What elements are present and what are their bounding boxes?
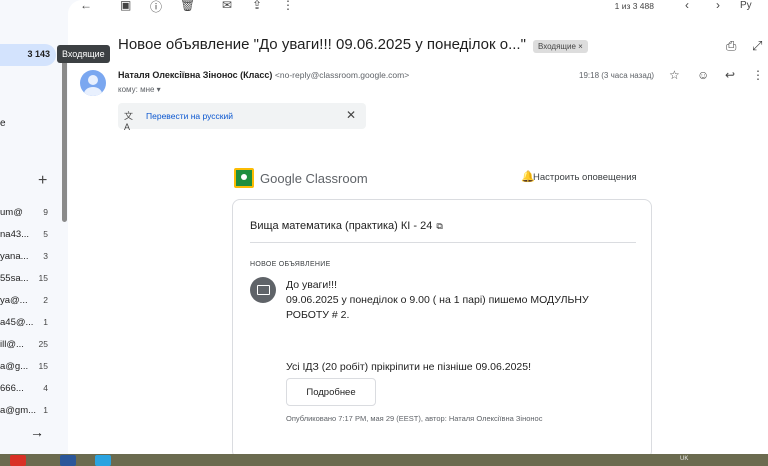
email-subject: Новое объявление "До уваги!!! 09.06.2025… [118, 36, 526, 53]
details-button[interactable]: Подробнее [286, 378, 376, 406]
sender-avatar [80, 70, 106, 96]
classroom-brand: Google Classroom [260, 171, 368, 186]
delete-icon[interactable]: 🗑 [180, 0, 195, 12]
translate-icon: 文A [124, 111, 134, 132]
google-classroom-logo-icon [234, 168, 254, 188]
external-link-icon: ⧉ [436, 221, 443, 231]
open-new-window-icon[interactable]: ⤢ [752, 38, 762, 54]
sidebar-item-inbox[interactable]: 3 143 [0, 44, 56, 66]
newer-chevron-icon[interactable]: ‹ [685, 0, 689, 12]
sidebar-label-item[interactable]: um@ 9 [0, 202, 56, 224]
message-pane: ← ▣ ⓘ 🗑 ✉ ⇪ ⋮ 1 из 3 488 ‹ › Py Новое об… [68, 0, 768, 459]
sidebar-label-item[interactable]: ya@... 2 [0, 290, 56, 312]
notification-settings-link[interactable]: Настроить оповещения [520, 172, 637, 183]
input-tools-button[interactable]: Py [740, 0, 752, 11]
sidebar-label-item[interactable]: 666... 4 [0, 378, 56, 400]
sidebar-label-item[interactable]: ill@... 25 [0, 334, 56, 356]
more-vert-icon[interactable]: ⋮ [282, 0, 294, 12]
email-timestamp: 19:18 (3 часа назад) [579, 71, 655, 80]
sidebar: 3 143 e + um@ 9 na43... 5 yana... 3 55sa...… [0, 0, 67, 454]
print-icon[interactable]: ⎙ [726, 38, 736, 54]
archive-icon[interactable]: ▣ [120, 0, 131, 12]
close-icon[interactable]: ✕ [346, 108, 356, 122]
translate-bar: 文A Перевести на русский ✕ [118, 103, 366, 132]
sender-address: <no-reply@classroom.google.com> [274, 70, 410, 80]
announcement-icon [250, 277, 276, 303]
translate-link[interactable]: Перевести на русский [146, 111, 233, 121]
telegram-app-icon[interactable] [95, 455, 111, 466]
taskbar: UK [0, 454, 768, 466]
sidebar-label-item[interactable]: yana... 3 [0, 246, 56, 268]
star-icon[interactable]: ☆ [669, 68, 680, 82]
language-indicator[interactable]: UK [680, 456, 688, 462]
report-spam-icon[interactable]: ⓘ [150, 0, 162, 15]
recipient-dropdown[interactable]: кому: мне ▾ [118, 85, 161, 94]
section-label: НОВОЕ ОБЪЯВЛЕНИЕ [250, 261, 331, 268]
mark-unread-icon[interactable]: ✉ [222, 0, 232, 12]
published-info: Опубликовано 7:17 PM, мая 29 (EEST), авт… [286, 414, 543, 423]
pager-text: 1 из 3 488 [614, 1, 654, 11]
sidebar-label-item[interactable]: a45@... 1 [0, 312, 56, 334]
sender-name: Наталя Олексіївна Зінонос (Класс) [118, 70, 273, 80]
sidebar-label-item[interactable]: 55sa... 15 [0, 268, 56, 290]
gmail-window: 3 143 e + um@ 9 na43... 5 yana... 3 55sa...… [0, 0, 768, 466]
inbox-count: 3 143 [27, 49, 50, 59]
word-app-icon[interactable] [60, 455, 76, 466]
create-label-button[interactable]: + [38, 172, 47, 190]
reply-icon[interactable]: ↩ [725, 68, 735, 82]
sidebar-item-partial[interactable]: e [0, 118, 6, 129]
divider [250, 242, 636, 243]
sidebar-label-item[interactable]: a@g... 15 [0, 356, 56, 378]
announcement-card: Вища математика (практика) КІ - 24 ⧉ НОВО… [232, 199, 652, 459]
move-to-icon[interactable]: ⇪ [252, 0, 262, 12]
sidebar-label-item[interactable]: na43... 5 [0, 224, 56, 246]
arrow-right-icon[interactable]: → [30, 424, 44, 440]
inbox-label-chip[interactable]: Входящие × [533, 40, 588, 53]
inbox-tooltip: Входящие [57, 45, 110, 63]
older-chevron-icon[interactable]: › [716, 0, 720, 12]
course-link[interactable]: Вища математика (практика) КІ - 24 ⧉ [250, 220, 443, 232]
message-toolbar: ← ▣ ⓘ 🗑 ✉ ⇪ ⋮ 1 из 3 488 ‹ › Py [68, 0, 768, 15]
sidebar-label-item[interactable]: a@gm... 1 [0, 400, 56, 422]
emoji-reaction-icon[interactable]: ☺ [697, 68, 709, 82]
announcement-text: До уваги!!! 09.06.2025 у понеділок о 9.0… [286, 279, 589, 373]
more-vert-icon[interactable]: ⋮ [752, 68, 764, 82]
back-arrow-icon[interactable]: ← [80, 0, 92, 12]
sidebar-scrollbar[interactable] [62, 50, 67, 222]
chrome-app-icon[interactable] [10, 455, 26, 466]
sender-line: Наталя Олексіївна Зінонос (Класс) <no-re… [118, 70, 409, 80]
